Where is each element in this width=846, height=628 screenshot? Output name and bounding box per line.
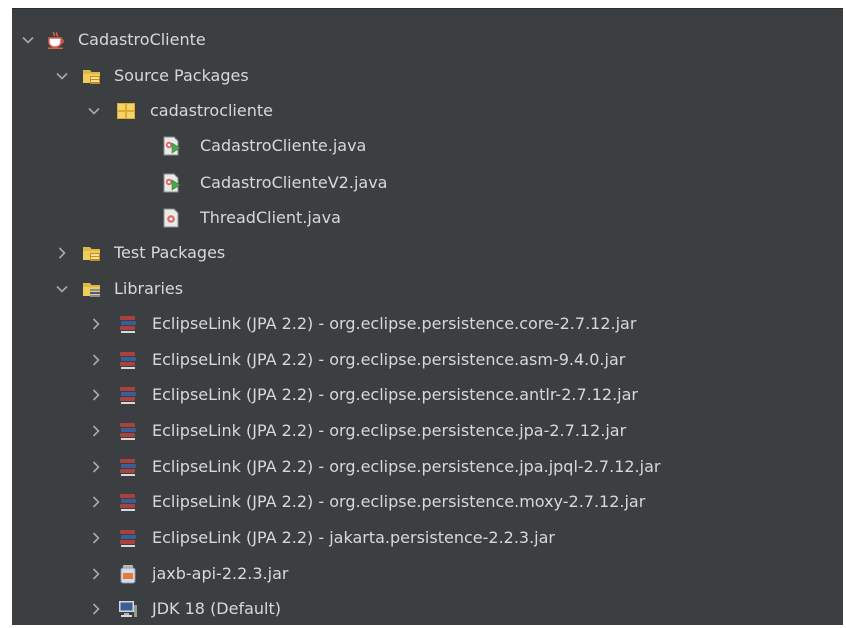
tree-node-library[interactable]: EclipseLink (JPA 2.2) - org.eclipse.pers… [88, 449, 660, 485]
tree-node-library[interactable]: EclipseLink (JPA 2.2) - org.eclipse.pers… [88, 484, 645, 520]
chevron-right-icon[interactable] [88, 566, 104, 582]
tree-node-label: JDK 18 (Default) [152, 599, 282, 618]
tree-node-label: EclipseLink (JPA 2.2) - org.eclipse.pers… [152, 421, 627, 440]
tree-node-label: jaxb-api-2.2.3.jar [152, 564, 289, 583]
test-folder-icon [82, 243, 102, 263]
tree-node-label: CadastroCliente.java [200, 136, 367, 155]
java-class-icon [162, 208, 182, 228]
library-books-icon [118, 492, 138, 512]
chevron-down-icon[interactable] [86, 103, 102, 119]
tree-node-file[interactable]: CadastroClienteV2.java [162, 165, 387, 201]
chevron-right-icon[interactable] [88, 316, 104, 332]
tree-node-jdk[interactable]: JDK 18 (Default) [88, 591, 281, 625]
tree-node-library[interactable]: EclipseLink (JPA 2.2) - org.eclipse.pers… [88, 377, 638, 413]
chevron-right-icon[interactable] [88, 423, 104, 439]
jar-file-icon [118, 564, 138, 584]
library-books-icon [118, 314, 138, 334]
tree-node-label: EclipseLink (JPA 2.2) - jakarta.persiste… [152, 528, 556, 547]
library-books-icon [118, 528, 138, 548]
tree-node-project[interactable]: CadastroCliente [20, 22, 206, 58]
tree-node-label: ThreadClient.java [200, 208, 341, 227]
tree-node-library[interactable]: EclipseLink (JPA 2.2) - org.eclipse.pers… [88, 342, 625, 378]
project-tree-panel: CadastroCliente Source Packages cadastro… [12, 8, 843, 625]
library-books-icon [118, 350, 138, 370]
tree-node-label: Test Packages [114, 243, 226, 262]
tree-node-libraries[interactable]: Libraries [54, 271, 183, 307]
tree-node-library[interactable]: EclipseLink (JPA 2.2) - jakarta.persiste… [88, 520, 555, 556]
tree-node-label: CadastroClienteV2.java [200, 173, 388, 192]
chevron-down-icon[interactable] [54, 281, 70, 297]
coffee-cup-icon [46, 30, 66, 50]
chevron-right-icon[interactable] [88, 530, 104, 546]
tree-node-library[interactable]: jaxb-api-2.2.3.jar [88, 556, 288, 592]
tree-node-test-packages[interactable]: Test Packages [54, 235, 225, 271]
source-folder-icon [82, 66, 102, 86]
java-main-class-icon [162, 173, 182, 193]
libraries-folder-icon [82, 279, 102, 299]
panel-top-border [12, 8, 843, 9]
tree-node-library[interactable]: EclipseLink (JPA 2.2) - org.eclipse.pers… [88, 306, 636, 342]
chevron-right-icon[interactable] [54, 245, 70, 261]
chevron-down-icon[interactable] [54, 68, 70, 84]
chevron-right-icon[interactable] [88, 494, 104, 510]
chevron-right-icon[interactable] [88, 387, 104, 403]
chevron-right-icon[interactable] [88, 352, 104, 368]
tree-node-label: Libraries [114, 279, 184, 298]
chevron-right-icon[interactable] [88, 601, 104, 617]
tree-node-label: cadastrocliente [150, 101, 273, 120]
chevron-right-icon[interactable] [88, 459, 104, 475]
package-icon [116, 101, 136, 121]
tree-node-source-packages[interactable]: Source Packages [54, 58, 249, 94]
tree-node-label: EclipseLink (JPA 2.2) - org.eclipse.pers… [152, 492, 646, 511]
library-books-icon [118, 385, 138, 405]
tree-node-file[interactable]: ThreadClient.java [162, 200, 341, 236]
tree-node-package[interactable]: cadastrocliente [86, 93, 273, 129]
chevron-down-icon[interactable] [20, 32, 36, 48]
tree-node-label: EclipseLink (JPA 2.2) - org.eclipse.pers… [152, 385, 638, 404]
library-books-icon [118, 421, 138, 441]
tree-node-label: EclipseLink (JPA 2.2) - org.eclipse.pers… [152, 314, 637, 333]
library-books-icon [118, 457, 138, 477]
tree-node-library[interactable]: EclipseLink (JPA 2.2) - org.eclipse.pers… [88, 413, 626, 449]
tree-node-label: CadastroCliente [78, 30, 206, 49]
tree-node-label: EclipseLink (JPA 2.2) - org.eclipse.pers… [152, 457, 661, 476]
jdk-monitor-icon [118, 599, 138, 619]
tree-node-label: EclipseLink (JPA 2.2) - org.eclipse.pers… [152, 350, 626, 369]
java-main-class-icon [162, 136, 182, 156]
tree-node-file[interactable]: CadastroCliente.java [162, 128, 366, 164]
tree-node-label: Source Packages [114, 66, 249, 85]
